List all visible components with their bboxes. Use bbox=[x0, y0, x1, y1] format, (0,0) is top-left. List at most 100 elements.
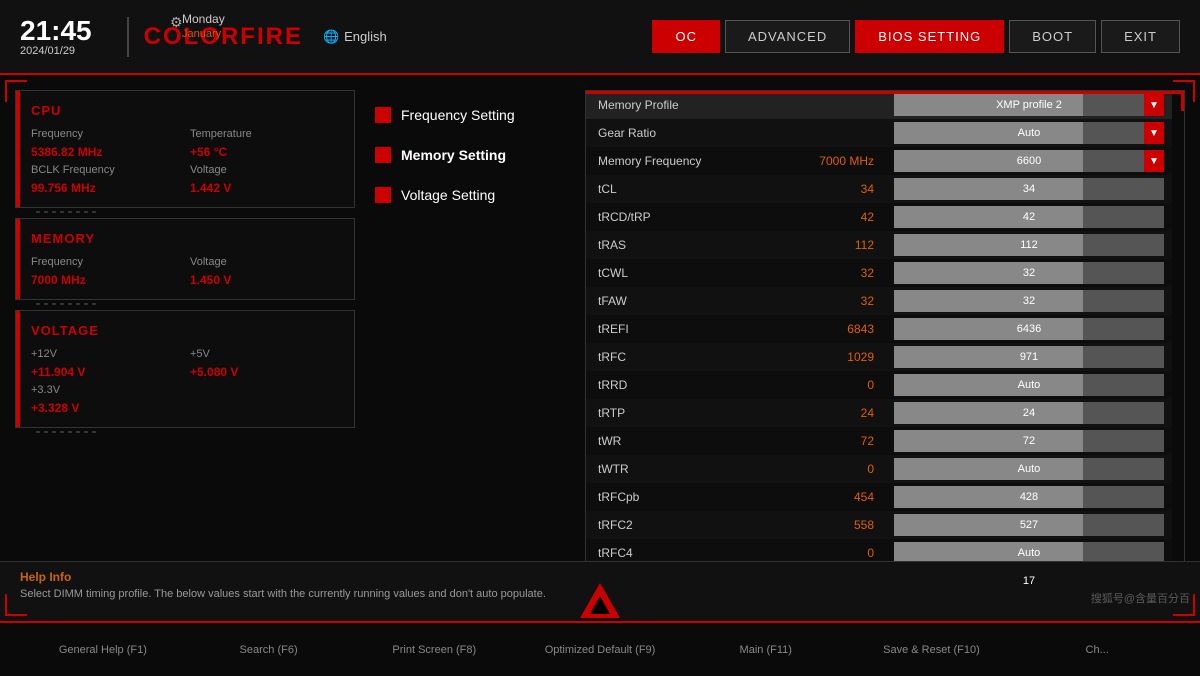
left-panel: CPU Frequency Temperature 5386.82 MHz +5… bbox=[15, 90, 355, 606]
control-bar[interactable]: 6600▼ bbox=[894, 150, 1164, 172]
control-bar-text: 971 bbox=[894, 351, 1164, 363]
footer-button[interactable]: General Help (F1) bbox=[20, 639, 186, 661]
param-control-cell[interactable]: XMP profile 2▼ bbox=[886, 91, 1172, 119]
nav-boot-button[interactable]: BOOT bbox=[1009, 20, 1096, 53]
v33-value: +3.328 V bbox=[31, 401, 180, 415]
table-row[interactable]: tRRD0 Auto bbox=[586, 371, 1172, 399]
param-value-cell: 0 bbox=[786, 371, 886, 399]
control-bar[interactable]: 42 bbox=[894, 206, 1164, 228]
control-bar-text: 42 bbox=[894, 211, 1164, 223]
table-row[interactable]: tWTR0Auto bbox=[586, 455, 1172, 483]
cpu-bclk-value: 99.756 MHz bbox=[31, 181, 180, 195]
menu-item-memory[interactable]: Memory Setting bbox=[370, 135, 570, 175]
param-control-cell[interactable]: 6600▼ bbox=[886, 147, 1172, 175]
param-value-cell: 6843 bbox=[786, 315, 886, 343]
panel-corner-tr bbox=[1164, 91, 1184, 111]
param-name-cell: Memory Profile bbox=[586, 91, 786, 119]
nav-exit-button[interactable]: EXIT bbox=[1101, 20, 1180, 53]
nav-bios-setting-button[interactable]: BIOS SETTING bbox=[855, 20, 1004, 53]
table-row[interactable]: tRFC2558527 bbox=[586, 511, 1172, 539]
control-bar[interactable]: 527 bbox=[894, 514, 1164, 536]
control-bar[interactable]: 112 bbox=[894, 234, 1164, 256]
footer-button[interactable]: Save & Reset (F10) bbox=[849, 639, 1015, 661]
table-row[interactable]: tCL3434 bbox=[586, 175, 1172, 203]
param-control-cell[interactable]: 428 bbox=[886, 483, 1172, 511]
settings-panel[interactable]: Memory Profile XMP profile 2▼ Gear Ratio Au… bbox=[586, 91, 1184, 605]
control-bar[interactable]: 34 bbox=[894, 178, 1164, 200]
param-control-cell[interactable]: 112 bbox=[886, 231, 1172, 259]
param-name-cell: tRRD bbox=[586, 371, 786, 399]
table-row[interactable]: tRFC1029971 bbox=[586, 343, 1172, 371]
control-bar[interactable]: 971 bbox=[894, 346, 1164, 368]
param-value-cell: 1029 bbox=[786, 343, 886, 371]
table-row[interactable]: Memory Frequency7000 MHz6600▼ bbox=[586, 147, 1172, 175]
table-row[interactable]: tRFCpb454428 bbox=[586, 483, 1172, 511]
table-row[interactable]: tCWL3232 bbox=[586, 259, 1172, 287]
param-control-cell[interactable]: 34 bbox=[886, 175, 1172, 203]
nav-advanced-button[interactable]: ADVANCED bbox=[725, 20, 850, 53]
control-bar-text: 72 bbox=[894, 435, 1164, 447]
param-control-cell[interactable]: 72 bbox=[886, 427, 1172, 455]
nav-oc-button[interactable]: OC bbox=[652, 20, 720, 53]
cpu-temp-value: +56 °C bbox=[190, 145, 339, 159]
voltage-card: VOLTAGE +12V +5V +11.904 V +5.080 V +3.3… bbox=[15, 310, 355, 428]
control-bar[interactable]: XMP profile 2▼ bbox=[894, 94, 1164, 116]
footer-button[interactable]: Ch... bbox=[1014, 639, 1180, 661]
clock-day: Monday bbox=[182, 12, 225, 26]
param-control-cell[interactable]: 32 bbox=[886, 259, 1172, 287]
watermark: 搜狐号@含量百分百 bbox=[1091, 590, 1190, 606]
middle-menu: Frequency Setting Memory Setting Voltage… bbox=[370, 90, 570, 606]
memory-grid: Frequency Voltage 7000 MHz 1.450 V bbox=[31, 256, 339, 287]
control-bar-text: Auto bbox=[894, 127, 1164, 139]
table-row[interactable]: tRCD/tRP4242 bbox=[586, 203, 1172, 231]
memory-title: MEMORY bbox=[31, 231, 339, 246]
gear-icon[interactable]: ⚙ bbox=[170, 14, 183, 31]
table-row[interactable]: Gear Ratio Auto▼ bbox=[586, 119, 1172, 147]
param-control-cell[interactable]: 32 bbox=[886, 287, 1172, 315]
menu-indicator-memory bbox=[375, 147, 391, 163]
footer-button[interactable]: Main (F11) bbox=[683, 639, 849, 661]
cpu-temp-label: Temperature bbox=[190, 128, 339, 140]
control-bar[interactable]: Auto▼ bbox=[894, 122, 1164, 144]
control-bar-text: 6436 bbox=[894, 323, 1164, 335]
menu-item-voltage[interactable]: Voltage Setting bbox=[370, 175, 570, 215]
control-bar[interactable]: 32 bbox=[894, 262, 1164, 284]
param-name-cell: Gear Ratio bbox=[586, 119, 786, 147]
table-row[interactable]: tRAS112112 bbox=[586, 231, 1172, 259]
table-row[interactable]: tFAW3232 bbox=[586, 287, 1172, 315]
control-bar[interactable]: 428 bbox=[894, 486, 1164, 508]
mem-freq-label: Frequency bbox=[31, 256, 180, 268]
footer-button[interactable]: Print Screen (F8) bbox=[351, 639, 517, 661]
param-control-cell[interactable]: 6436 bbox=[886, 315, 1172, 343]
param-value-cell: 32 bbox=[786, 259, 886, 287]
param-control-cell[interactable]: Auto bbox=[886, 455, 1172, 483]
table-row[interactable]: tWR7272 bbox=[586, 427, 1172, 455]
menu-item-frequency[interactable]: Frequency Setting bbox=[370, 95, 570, 135]
param-control-cell[interactable]: 42 bbox=[886, 203, 1172, 231]
table-row[interactable]: tREFI68436436 bbox=[586, 315, 1172, 343]
param-control-cell[interactable]: Auto▼ bbox=[886, 119, 1172, 147]
v12-value: +11.904 V bbox=[31, 365, 180, 379]
control-bar[interactable]: 72 bbox=[894, 430, 1164, 452]
param-control-cell[interactable]: 24 bbox=[886, 399, 1172, 427]
language-button[interactable]: 🌐 English bbox=[323, 29, 387, 45]
param-control-cell[interactable]: 527 bbox=[886, 511, 1172, 539]
param-control-cell[interactable]: Auto bbox=[886, 371, 1172, 399]
param-control-cell[interactable]: 971 bbox=[886, 343, 1172, 371]
mem-freq-value: 7000 MHz bbox=[31, 273, 180, 287]
triangle-inner bbox=[590, 596, 610, 614]
footer-button[interactable]: Optimized Default (F9) bbox=[517, 639, 683, 661]
control-bar[interactable]: 6436 bbox=[894, 318, 1164, 340]
control-bar-text: Auto bbox=[894, 547, 1164, 559]
param-value-cell: 32 bbox=[786, 287, 886, 315]
control-bar[interactable]: 32 bbox=[894, 290, 1164, 312]
control-bar[interactable]: Auto bbox=[894, 374, 1164, 396]
table-row[interactable]: Memory Profile XMP profile 2▼ bbox=[586, 91, 1172, 119]
voltage-title: VOLTAGE bbox=[31, 323, 339, 338]
table-row[interactable]: tRTP2424 bbox=[586, 399, 1172, 427]
control-bar-text: 6600 bbox=[894, 155, 1164, 167]
param-name-cell: tRCD/tRP bbox=[586, 203, 786, 231]
control-bar[interactable]: 24 bbox=[894, 402, 1164, 424]
footer-button[interactable]: Search (F6) bbox=[186, 639, 352, 661]
control-bar[interactable]: Auto bbox=[894, 458, 1164, 480]
